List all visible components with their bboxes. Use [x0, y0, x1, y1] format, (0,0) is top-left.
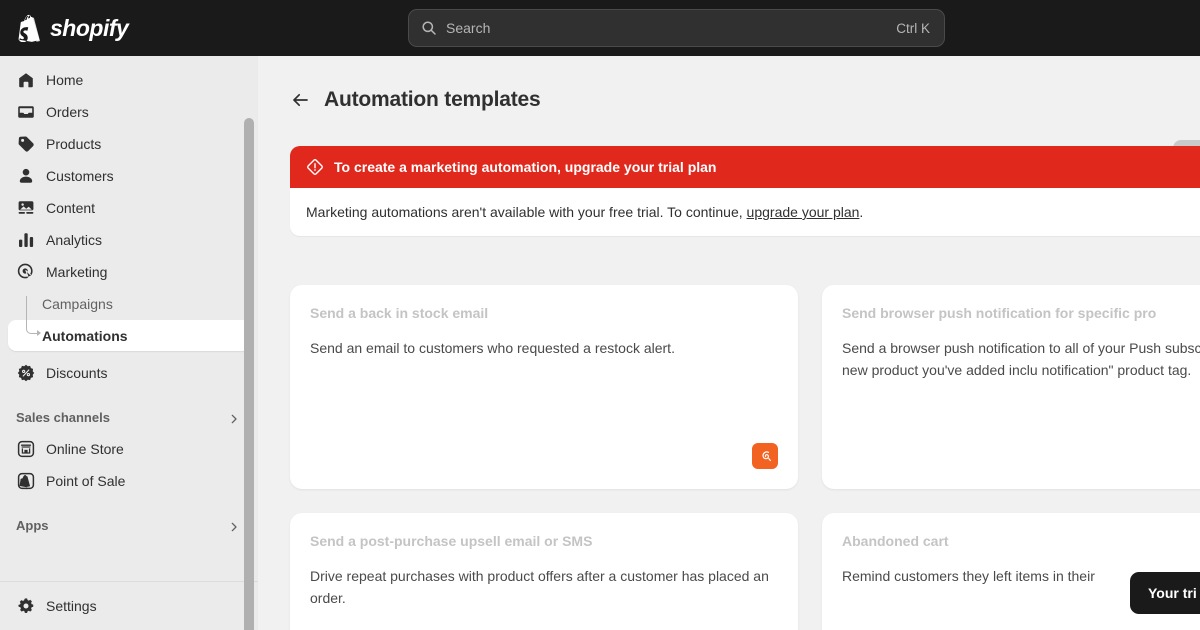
sidebar-section-label: Sales channels: [16, 410, 110, 425]
sidebar-item-settings[interactable]: Settings: [8, 590, 250, 621]
template-card-description: Send a browser push notification to all …: [842, 340, 1200, 378]
sidebar-item-label: Marketing: [46, 263, 108, 280]
upgrade-your-plan-link[interactable]: upgrade your plan: [747, 204, 860, 220]
search-input[interactable]: Search Ctrl K: [408, 9, 945, 47]
search-shortcut-hint: Ctrl K: [896, 20, 930, 36]
online-store-icon: [16, 439, 36, 459]
trial-upgrade-banner: To create a marketing automation, upgrad…: [290, 146, 1200, 236]
sidebar-item-label: Point of Sale: [46, 472, 126, 489]
sidebar-item-label: Content: [46, 199, 96, 216]
sidebar-item-customers[interactable]: Customers: [8, 160, 250, 191]
template-card-title: Send a post-purchase upsell email or SMS: [310, 533, 593, 549]
template-card-description: Drive repeat purchases with product offe…: [310, 568, 769, 606]
brand-wordmark: shopify: [50, 14, 129, 41]
search-icon: [421, 20, 437, 36]
automation-template-grid: Send a back in stock email Send an email…: [290, 285, 1200, 630]
chevron-right-icon: [228, 520, 240, 532]
sidebar-subitem-automations[interactable]: Automations: [8, 296, 250, 351]
template-card-description: Send an email to customers who requested…: [310, 340, 675, 356]
sidebar-subitem-label: Campaigns: [42, 295, 113, 312]
sidebar-settings-row: Settings: [0, 582, 258, 630]
sidebar-item-label: Products: [46, 135, 102, 152]
analytics-bars-icon: [16, 230, 36, 250]
sidebar-item-discounts[interactable]: Discounts: [8, 357, 250, 388]
sidebar-item-label: Online Store: [46, 440, 124, 457]
home-icon: [16, 70, 36, 90]
main-content: Automation templates Create c To create …: [258, 56, 1200, 630]
product-tag-icon: [16, 134, 36, 154]
shopify-admin-app: shopify Search Ctrl K Home Orders Produc…: [0, 0, 1200, 630]
brand-logo[interactable]: shopify: [0, 14, 129, 43]
sidebar-subitem-campaigns[interactable]: Campaigns: [8, 288, 250, 319]
sidebar-section-sales-channels[interactable]: Sales channels: [8, 402, 250, 433]
sidebar-item-content[interactable]: Content: [8, 192, 250, 223]
chevron-right-icon: [228, 412, 240, 424]
sidebar-item-marketing[interactable]: Marketing: [8, 256, 250, 287]
sidebar-item-label: Settings: [46, 597, 97, 614]
banner-heading: To create a marketing automation, upgrad…: [334, 159, 717, 175]
shopify-bag-icon: [16, 14, 42, 43]
gear-icon: [16, 596, 36, 616]
banner-header: To create a marketing automation, upgrad…: [290, 146, 1200, 188]
orders-inbox-icon: [16, 102, 36, 122]
tree-branch-connector-icon: [26, 296, 41, 336]
template-card-title: Abandoned cart: [842, 533, 949, 549]
app-badge-icon: [752, 443, 778, 469]
banner-body: Marketing automations aren't available w…: [290, 188, 1200, 236]
sidebar-item-label: Orders: [46, 103, 89, 120]
sidebar-item-label: Discounts: [46, 364, 108, 381]
customer-person-icon: [16, 166, 36, 186]
template-card-post-purchase-upsell[interactable]: Send a post-purchase upsell email or SMS…: [290, 513, 798, 630]
sidebar-item-analytics[interactable]: Analytics: [8, 224, 250, 255]
sidebar-item-label: Analytics: [46, 231, 103, 248]
template-card-browser-push[interactable]: Send browser push notification for speci…: [822, 285, 1200, 489]
banner-body-text: Marketing automations aren't available w…: [306, 204, 747, 220]
sidebar-item-orders[interactable]: Orders: [8, 96, 250, 127]
trial-toast-banner[interactable]: Your tri: [1130, 572, 1200, 614]
sidebar-item-products[interactable]: Products: [8, 128, 250, 159]
critical-alert-diamond-icon: [306, 158, 324, 176]
template-card-title: Send browser push notification for speci…: [842, 305, 1157, 321]
discount-seal-icon: [16, 363, 36, 383]
sidebar-scrollbar-thumb[interactable]: [244, 118, 254, 630]
sidebar-item-point-of-sale[interactable]: Point of Sale: [8, 465, 250, 496]
page-header: Automation templates: [258, 56, 1200, 112]
sidebar-item-label: Home: [46, 71, 84, 88]
sidebar-item-online-store[interactable]: Online Store: [8, 433, 250, 464]
page-title: Automation templates: [324, 88, 541, 111]
point-of-sale-icon: [16, 471, 36, 491]
sidebar-section-apps[interactable]: Apps: [8, 510, 250, 541]
template-card-title: Send a back in stock email: [310, 305, 489, 321]
sidebar-section-label: Apps: [16, 518, 49, 533]
content-image-icon: [16, 198, 36, 218]
template-card-back-in-stock[interactable]: Send a back in stock email Send an email…: [290, 285, 798, 489]
sidebar-nav: Home Orders Products Customers Content A…: [0, 56, 258, 575]
search-placeholder: Search: [446, 20, 491, 36]
marketing-target-icon: [16, 262, 36, 282]
search-container: Search Ctrl K: [408, 9, 945, 47]
banner-body-period: .: [859, 204, 864, 220]
back-arrow-icon[interactable]: [290, 90, 310, 110]
top-bar: shopify Search Ctrl K: [0, 0, 1200, 56]
sidebar-item-label: Customers: [46, 167, 114, 184]
sidebar: Home Orders Products Customers Content A…: [0, 56, 258, 630]
sidebar-subitem-label: Automations: [42, 327, 128, 344]
sidebar-item-home[interactable]: Home: [8, 64, 250, 95]
sidebar-scrollbar[interactable]: [244, 118, 254, 630]
